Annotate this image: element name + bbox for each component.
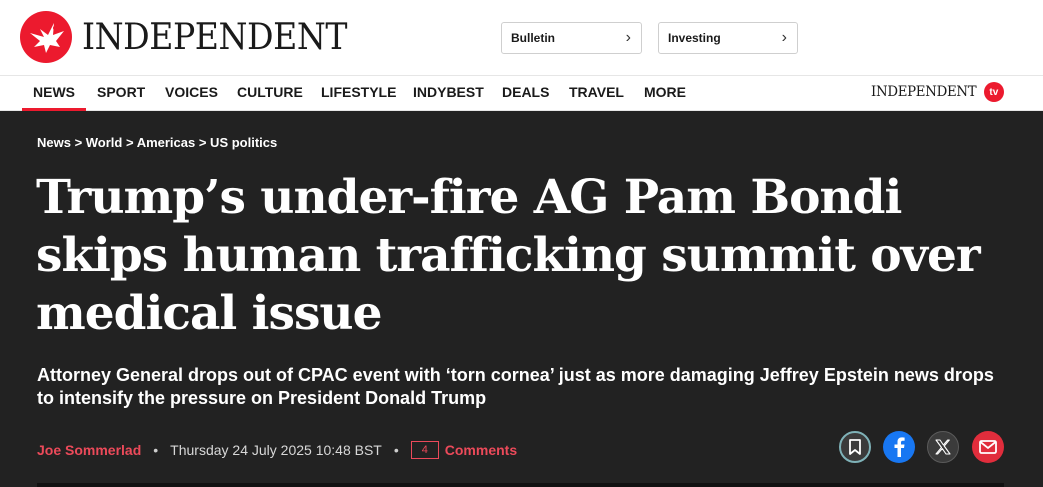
nav-item-voices[interactable]: VOICES: [165, 76, 218, 111]
chevron-right-icon: ›: [781, 29, 787, 46]
bulletin-label: Bulletin: [511, 31, 555, 45]
chevron-right-icon: ›: [625, 29, 631, 46]
article-meta: Joe Sommerlad • Thursday 24 July 2025 10…: [37, 436, 517, 464]
independent-tv-text: INDEPENDENT: [871, 84, 977, 100]
publish-timestamp: Thursday 24 July 2025 10:48 BST: [170, 442, 382, 458]
nav-item-sport[interactable]: SPORT: [97, 76, 145, 111]
site-logo[interactable]: INDEPENDENT: [20, 11, 370, 63]
email-icon[interactable]: [972, 431, 1004, 463]
meta-separator: •: [153, 442, 159, 458]
comment-count-icon[interactable]: 4: [410, 441, 439, 459]
breadcrumb[interactable]: News > World > Americas > US politics: [37, 135, 277, 150]
comments-link[interactable]: Comments: [445, 442, 517, 458]
nav-item-lifestyle[interactable]: LIFESTYLE: [321, 76, 396, 111]
x-icon[interactable]: [927, 431, 959, 463]
facebook-icon[interactable]: [883, 431, 915, 463]
bulletin-button[interactable]: Bulletin ›: [501, 22, 642, 54]
article-headline: Trump’s under-fire AG Pam Bondi skips hu…: [36, 170, 981, 341]
logo-text: INDEPENDENT: [82, 16, 347, 58]
tv-badge-icon: tv: [983, 82, 1004, 102]
bookmark-icon[interactable]: [839, 431, 871, 463]
eagle-icon: [20, 11, 72, 63]
article-header: News > World > Americas > US politics Tr…: [0, 111, 1043, 487]
author-link[interactable]: Joe Sommerlad: [37, 442, 141, 458]
nav-item-travel[interactable]: TRAVEL: [569, 76, 624, 111]
nav-item-culture[interactable]: CULTURE: [237, 76, 303, 111]
hero-image-top-edge: [37, 483, 1004, 487]
meta-separator: •: [393, 442, 399, 458]
article-standfirst: Attorney General drops out of CPAC event…: [37, 365, 994, 408]
top-bar: INDEPENDENT Bulletin › Investing ›: [0, 0, 1043, 75]
nav-item-indybest[interactable]: INDYBEST: [413, 76, 484, 111]
investing-label: Investing: [668, 31, 721, 45]
investing-button[interactable]: Investing ›: [658, 22, 798, 54]
independent-tv-link[interactable]: INDEPENDENT tv: [871, 80, 1004, 104]
nav-item-news[interactable]: NEWS: [22, 76, 86, 111]
nav-item-deals[interactable]: DEALS: [502, 76, 549, 111]
nav-item-more[interactable]: MORE: [644, 76, 686, 111]
